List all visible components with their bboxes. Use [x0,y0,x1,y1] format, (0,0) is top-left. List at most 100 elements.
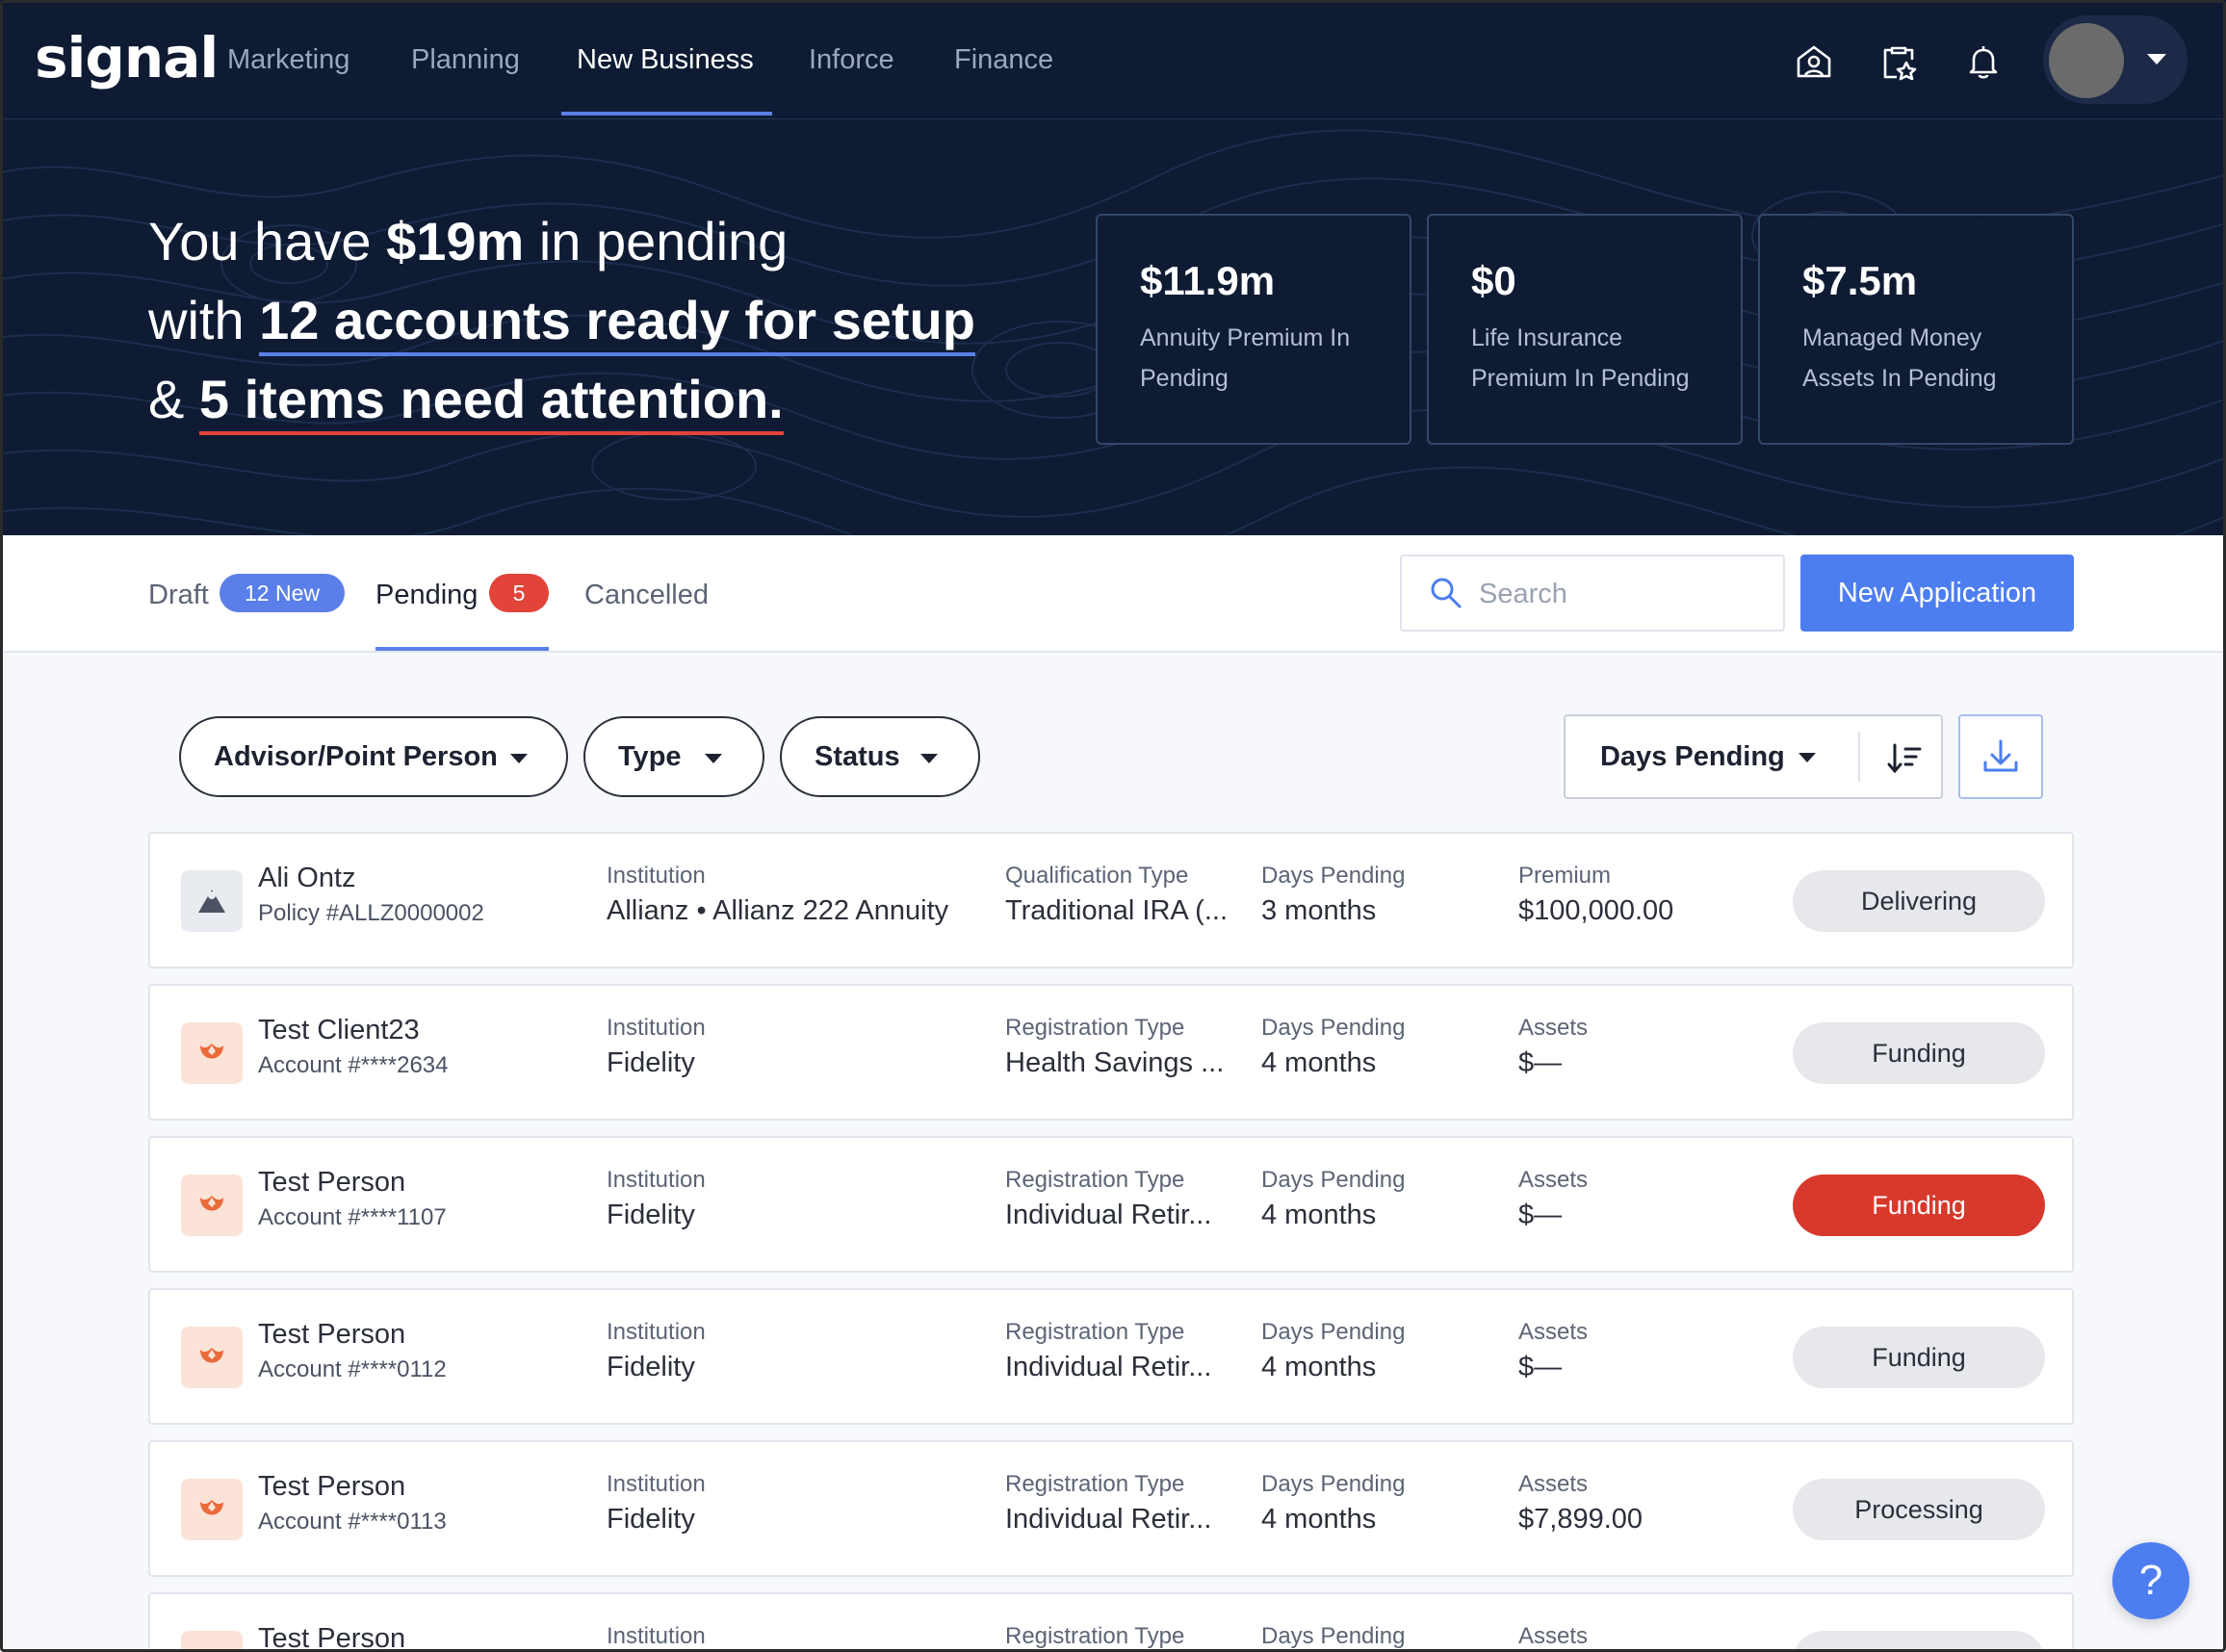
nav-marketing[interactable]: Marketing [227,44,349,76]
pending-row[interactable]: Ali Ontz Policy #ALLZ0000002 Institution Al… [148,832,2074,968]
advisor-filter-dropdown[interactable]: Advisor/Point Person [179,716,568,797]
client-name[interactable]: Test Person [258,1167,447,1199]
institution-cell: Institution Fidelity [607,1015,706,1079]
client-cell: Test Person Account #****0113 [258,1471,447,1536]
field-label: Institution [607,1319,706,1345]
tabs-bar: Draft 12 New Pending 5 Cancelled New App… [0,535,2226,653]
tab-pending[interactable]: Pending [375,580,478,611]
pending-row[interactable]: Test Person Account #****0113 Institution F… [148,1440,2074,1577]
caret-down-icon [510,754,528,763]
search-box[interactable] [1400,555,1785,632]
days-pending-cell: Days Pending 4 months [1261,1319,1405,1383]
stat-label: Annuity Premium In Pending [1140,324,1351,392]
type-cell: Qualification Type Traditional IRA (... [1005,863,1228,927]
field-label: Premium [1518,863,1612,889]
days-pending-cell: Days Pending 4 months [1261,1015,1405,1079]
hero-text: in pending [524,211,789,271]
download-button[interactable] [1958,714,2043,799]
days-pending-cell: Days Pending [1261,1623,1405,1652]
items-attention-link[interactable]: 5 items need attention. [198,369,784,435]
nav-planning[interactable]: Planning [411,44,520,76]
amount-value: $— [1518,1047,1563,1078]
field-label: Assets [1518,1623,1589,1649]
caret-down-icon [705,754,722,763]
days-pending-value: 4 months [1261,1504,1377,1535]
client-name[interactable]: Ali Ontz [258,863,484,894]
field-label: Registration Type [1005,1623,1185,1649]
hero-line-1: You have $19m in pending [148,210,788,272]
stat-card-life-insurance: $0 Life Insurance Premium In Pending [1427,214,1743,445]
active-nav-indicator [561,112,772,116]
institution-cell: Institution [607,1623,706,1652]
sort-dropdown[interactable]: Days Pending [1564,714,1943,799]
amount-cell: Assets [1518,1623,1588,1652]
type-cell: Registration Type Individual Retir... [1005,1167,1211,1231]
field-label: Assets [1518,1167,1589,1193]
nav-inforce[interactable]: Inforce [809,44,894,76]
download-icon [1983,739,2018,772]
account-number: Account #****1107 [258,1204,447,1230]
pending-total: $19m [386,211,525,271]
status-badge[interactable]: Delivering [1793,870,2045,932]
filter-label: Status [815,740,900,772]
client-name[interactable]: Test Client23 [258,1015,448,1046]
days-pending-cell: Days Pending 4 months [1261,1167,1405,1231]
client-name[interactable]: Test Person [258,1623,405,1652]
institution-cell: Institution Fidelity [607,1471,706,1536]
field-label: Registration Type [1005,1015,1185,1041]
home-user-icon[interactable] [1793,40,1835,83]
status-badge[interactable]: Funding [1793,1022,2045,1084]
pending-row[interactable]: Test Client23 Account #****2634 Institutio… [148,984,2074,1121]
avatar[interactable] [2049,23,2124,98]
new-application-button[interactable]: New Application [1800,555,2074,632]
status-badge[interactable]: Funding [1793,1174,2045,1236]
amount-value: $— [1518,1352,1563,1382]
nav-new-business[interactable]: New Business [577,44,754,76]
pending-row[interactable]: Test Person Account #****0112 Institution F… [148,1288,2074,1425]
field-label: Registration Type [1005,1167,1185,1193]
nav-finance[interactable]: Finance [954,44,1053,76]
bell-icon[interactable] [1962,40,2005,83]
type-filter-dropdown[interactable]: Type [583,716,764,797]
fidelity-icon [181,1022,243,1084]
client-name[interactable]: Test Person [258,1319,447,1351]
tab-cancelled[interactable]: Cancelled [584,580,709,611]
institution-value: Fidelity [607,1352,695,1382]
status-badge[interactable]: Funding [1793,1327,2045,1388]
status-filter-dropdown[interactable]: Status [780,716,980,797]
amount-cell: Premium $100,000.00 [1518,863,1673,927]
chevron-down-icon[interactable] [2147,54,2166,65]
hero-summary: You have $19m in pending with 12 account… [0,119,2226,535]
field-label: Institution [607,1623,706,1649]
field-label: Days Pending [1261,1015,1406,1041]
help-button[interactable]: ? [2112,1542,2189,1619]
sort-direction-icon[interactable] [1885,739,1924,778]
accounts-ready-link[interactable]: 12 accounts ready for setup [259,290,975,356]
field-label: Assets [1518,1015,1589,1041]
client-name[interactable]: Test Person [258,1471,447,1503]
field-label: Days Pending [1261,863,1406,889]
status-badge[interactable]: Processing [1793,1479,2045,1540]
hero-text: with [148,290,260,350]
filter-label: Type [618,740,682,772]
search-input[interactable] [1479,576,1768,612]
pending-row[interactable]: Test Person Account #****1107 Institution F… [148,1136,2074,1273]
amount-cell: Assets $7,899.00 [1518,1471,1643,1536]
field-label: Institution [607,863,706,889]
account-number: Account #****0112 [258,1356,447,1382]
field-label: Institution [607,1015,706,1041]
field-label: Institution [607,1167,706,1193]
type-value: Health Savings ... [1005,1047,1225,1078]
divider [1858,732,1860,782]
amount-cell: Assets $— [1518,1015,1588,1079]
signal-logo[interactable]: signal [35,25,219,90]
type-value: Individual Retir... [1005,1200,1212,1230]
account-number: Account #****2634 [258,1052,449,1078]
status-badge[interactable] [1793,1631,2045,1652]
clipboard-star-icon[interactable] [1877,40,1920,83]
pending-row[interactable]: Test Person Institution Registration Type D… [148,1592,2074,1652]
fidelity-icon [181,1479,243,1540]
type-cell: Registration Type Individual Retir... [1005,1319,1211,1383]
caret-down-icon [920,754,938,763]
tab-draft[interactable]: Draft [148,580,209,611]
